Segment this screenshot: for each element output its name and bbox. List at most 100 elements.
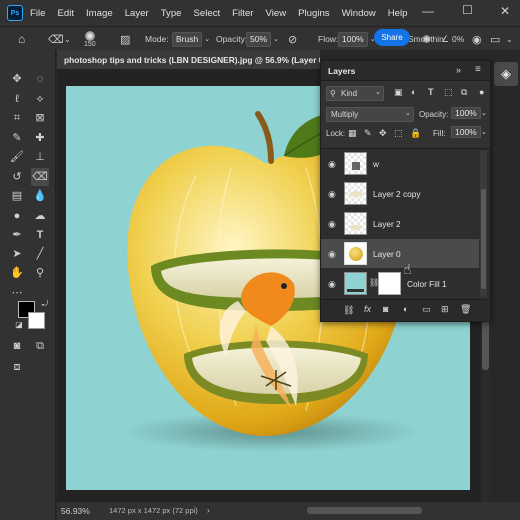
menu-image[interactable]: Image (86, 8, 113, 19)
layers-panel-title[interactable]: Layers (328, 66, 355, 76)
visibility-eye-icon[interactable]: ◉ (328, 189, 336, 200)
screen-mode-icon[interactable]: ⧉ (33, 339, 47, 353)
menu-layer[interactable]: Layer (125, 8, 149, 19)
menu-view[interactable]: View (266, 8, 287, 19)
filter-toggle-icon[interactable]: ● (479, 87, 484, 97)
share-button[interactable]: Share (374, 29, 410, 46)
move-tool-icon[interactable]: ✥ (10, 72, 24, 86)
visibility-eye-icon[interactable]: ◉ (328, 279, 336, 290)
eraser-tool-button-icon[interactable]: ⌫ (31, 168, 49, 186)
new-group-icon[interactable]: ▭ (422, 304, 431, 315)
layers-panel-toggle-icon[interactable]: ◈ (494, 62, 518, 86)
brush-tool-icon[interactable]: 🖌 (10, 150, 24, 164)
menu-file[interactable]: File (30, 8, 45, 19)
adjustment-layer-icon[interactable]: ◐ (403, 304, 408, 314)
dodge-tool-icon[interactable]: ● (10, 209, 24, 223)
filter-smart-object-icon[interactable]: ⧉ (461, 87, 467, 98)
blend-mode-value[interactable]: Multiply (331, 110, 358, 119)
panel-menu-icon[interactable]: ≡ (475, 64, 481, 75)
layer-mask-thumbnail[interactable] (378, 272, 401, 295)
brush-preset-picker[interactable]: 150 (84, 27, 96, 51)
eraser-tool-icon[interactable]: ⌫ (48, 27, 64, 51)
layer-name[interactable]: Layer 2 (373, 219, 401, 229)
layers-scrollbar[interactable] (481, 189, 486, 289)
home-icon[interactable]: ⌂ (18, 27, 25, 51)
workspace-icon[interactable]: ▭ (490, 27, 500, 51)
filter-kind-value[interactable]: Kind (341, 89, 357, 98)
clone-stamp-tool-icon[interactable]: ⊥ (33, 150, 47, 164)
layer-name[interactable]: Color Fill 1 (407, 279, 447, 289)
layer-opacity-field[interactable]: 100% (451, 107, 481, 120)
delete-layer-icon[interactable]: 🗑 (460, 304, 471, 315)
menu-type[interactable]: Type (161, 8, 182, 19)
close-icon[interactable]: ✕ (500, 4, 510, 18)
layer-filter-select[interactable]: ⚲ Kind ⌄ (326, 86, 384, 101)
layer-row-selected[interactable]: ◉ Layer 0 (321, 239, 479, 269)
document-tab[interactable]: photoshop tips and tricks (LBN DESIGNER)… (57, 50, 320, 69)
layer-opacity-value[interactable]: 100% (451, 107, 481, 119)
filter-type-icon[interactable]: T (428, 87, 434, 97)
mode-select[interactable]: Brush ⌄ (172, 27, 210, 51)
filter-pixel-icon[interactable]: ▣ (394, 87, 403, 98)
menu-select[interactable]: Select (194, 8, 221, 19)
history-brush-tool-icon[interactable]: ↺ (10, 170, 24, 184)
layer-name[interactable]: Layer 0 (373, 249, 401, 259)
menu-window[interactable]: Window (342, 8, 376, 19)
blur-tool-icon[interactable]: 💧 (33, 189, 47, 203)
link-layers-icon[interactable]: ⛓ (343, 305, 354, 316)
minimize-icon[interactable]: — (422, 4, 434, 18)
layer-row[interactable]: ◉ Layer 2 copy (321, 179, 479, 209)
filter-adjustment-icon[interactable]: ◐ (411, 87, 416, 97)
horizontal-scrollbar[interactable] (307, 507, 422, 514)
zoom-level[interactable]: 56.93% (61, 506, 90, 516)
default-colors-icon[interactable]: ◪ (12, 318, 26, 332)
maximize-icon[interactable]: ☐ (462, 3, 473, 17)
pressure-opacity-icon[interactable]: ⊘ (288, 27, 297, 51)
angle-value[interactable]: 0% (452, 27, 464, 51)
layers-panel-header[interactable]: Layers » ≡ (321, 61, 490, 81)
layer-name[interactable]: w (373, 159, 379, 169)
flow-field[interactable]: 100% ⌄ (338, 27, 376, 51)
mode-value[interactable]: Brush (172, 31, 203, 47)
fill-field[interactable]: 100% (451, 126, 481, 139)
quick-mask-icon[interactable]: ◙ (10, 339, 24, 353)
more-tools-icon[interactable]: ⋯ (10, 286, 24, 300)
lock-transparent-icon[interactable]: ▦ (348, 128, 357, 139)
collapse-panel-icon[interactable]: » (456, 65, 461, 75)
opacity-field[interactable]: 50% ⌄ (246, 27, 279, 51)
pressure-size-icon[interactable]: ◉ (472, 27, 482, 51)
line-tool-icon[interactable]: ╱ (33, 247, 47, 261)
opacity-value[interactable]: 50% (246, 31, 272, 47)
menu-plugins[interactable]: Plugins (298, 8, 329, 19)
edit-toolbar-icon[interactable]: ⧈ (10, 360, 24, 374)
menu-help[interactable]: Help (388, 8, 408, 19)
lasso-tool-icon[interactable]: ℓ (10, 92, 24, 106)
tool-preset-chevron-icon[interactable]: ⌄ (64, 27, 71, 51)
lock-all-icon[interactable]: 🔒 (410, 128, 421, 139)
layer-name[interactable]: Layer 2 copy (373, 189, 421, 199)
crop-tool-icon[interactable]: ⌗ (10, 111, 24, 125)
visibility-eye-icon[interactable]: ◉ (328, 219, 336, 230)
menu-filter[interactable]: Filter (232, 8, 253, 19)
hand-tool-icon[interactable]: ✋ (10, 266, 24, 280)
photoshop-logo-icon[interactable]: Ps (7, 5, 23, 21)
lock-position-icon[interactable]: ✥ (379, 128, 387, 139)
angle-icon[interactable]: ∠ (441, 27, 449, 51)
flow-value[interactable]: 100% (338, 31, 368, 47)
new-layer-icon[interactable]: ⊞ (441, 304, 449, 315)
fx-icon[interactable]: fx (364, 304, 371, 314)
visibility-eye-icon[interactable]: ◉ (328, 249, 336, 260)
workspace-chevron-icon[interactable]: ⌄ (506, 27, 513, 51)
eyedropper-tool-icon[interactable]: ✎ (10, 131, 24, 145)
gradient-tool-icon[interactable]: ▤ (10, 189, 24, 203)
swap-colors-icon[interactable]: ⤾ (38, 297, 52, 311)
visibility-eye-icon[interactable]: ◉ (328, 159, 336, 170)
background-color-swatch[interactable] (28, 312, 45, 329)
blend-mode-select[interactable]: Multiply ⌄ (326, 107, 414, 122)
pen-tool-icon[interactable]: ✒ (10, 228, 24, 242)
layer-row[interactable]: ◉ w (321, 149, 479, 179)
airbrush-icon[interactable]: ✺ (422, 27, 431, 51)
menu-edit[interactable]: Edit (57, 8, 74, 19)
lock-image-icon[interactable]: ✎ (364, 128, 372, 139)
smudge-tool-icon[interactable]: ☁ (33, 209, 47, 223)
